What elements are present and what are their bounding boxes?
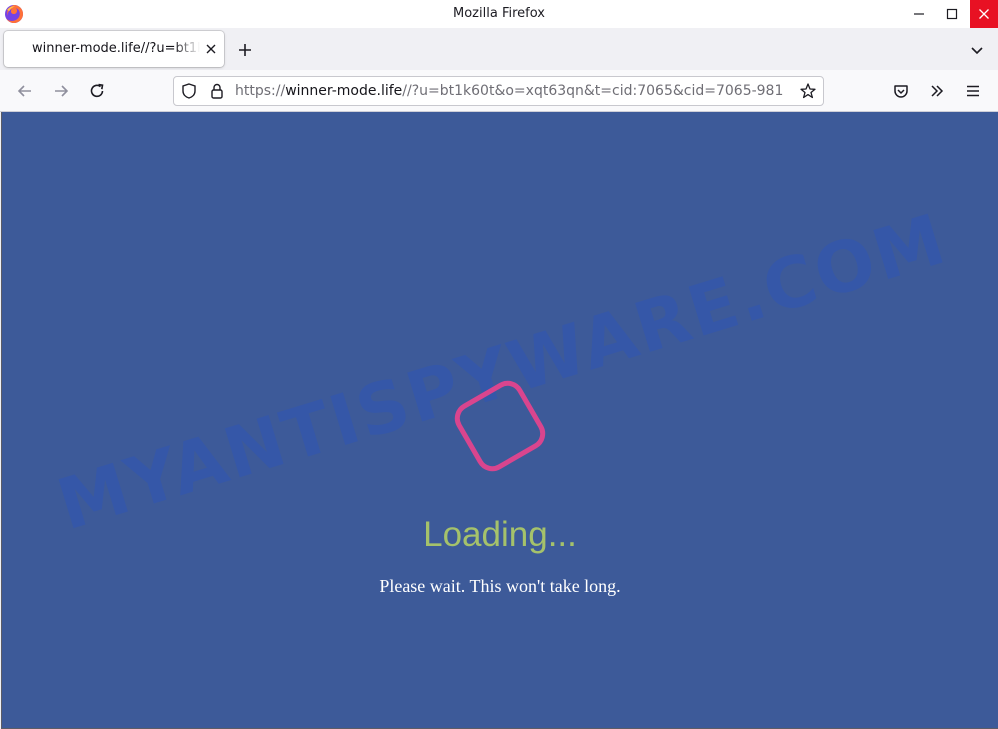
chevron-down-icon[interactable] <box>968 41 986 59</box>
back-arrow-icon[interactable] <box>16 82 34 100</box>
menu-icon[interactable] <box>964 82 982 100</box>
wait-message: Please wait. This won't take long. <box>379 576 621 596</box>
title-bar: Mozilla Firefox <box>0 0 998 28</box>
window-title: Mozilla Firefox <box>453 6 545 21</box>
reload-icon[interactable] <box>88 82 106 100</box>
maximize-button[interactable] <box>938 0 966 28</box>
minimize-button[interactable] <box>905 0 933 28</box>
overflow-chevron-icon[interactable] <box>928 82 946 100</box>
bookmark-star-icon[interactable] <box>799 82 817 100</box>
url-bar[interactable]: https://winner-mode.life//?u=bt1k60t&o=x… <box>173 76 824 106</box>
tab-title-fade <box>174 37 200 61</box>
lock-icon[interactable] <box>208 82 226 100</box>
url-text[interactable]: https://winner-mode.life//?u=bt1k60t&o=x… <box>235 83 791 99</box>
new-tab-icon[interactable] <box>236 41 254 59</box>
url-scheme: https:// <box>235 83 286 99</box>
close-icon <box>979 9 989 19</box>
watermark: MYANTISPYWARE.COM <box>48 197 956 547</box>
tab-active[interactable]: winner-mode.life//?u=bt1k60t&o=xqt63qn&t… <box>4 31 224 67</box>
close-window-button[interactable] <box>970 0 998 28</box>
minimize-icon <box>914 13 924 15</box>
page-content: MYANTISPYWARE.COM Loading... Please wait… <box>1 112 998 729</box>
tab-close-icon[interactable] <box>203 41 219 57</box>
pocket-icon[interactable] <box>892 82 910 100</box>
loading-spinner-icon <box>454 380 546 472</box>
forward-arrow-icon[interactable] <box>52 82 70 100</box>
url-host: winner-mode.life <box>285 83 403 99</box>
maximize-icon <box>946 8 958 20</box>
loading-text: Loading... <box>423 515 577 554</box>
tab-strip: winner-mode.life//?u=bt1k60t&o=xqt63qn&t… <box>0 28 998 70</box>
url-path: //?u=bt1k60t&o=xqt63qn&t=cid:7065&cid=70… <box>402 83 784 99</box>
shield-icon[interactable] <box>180 82 198 100</box>
